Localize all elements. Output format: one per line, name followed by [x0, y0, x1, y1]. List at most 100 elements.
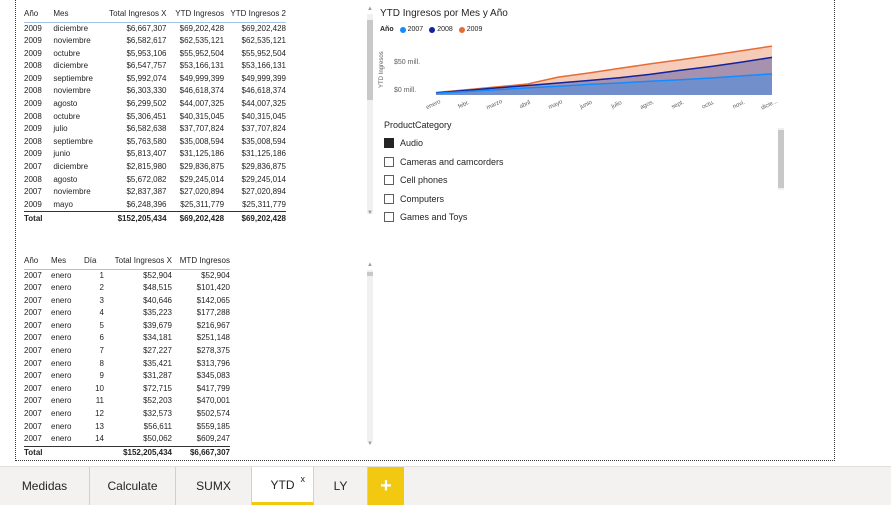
- bottom-table-scroll-up-icon[interactable]: ▲: [366, 262, 374, 268]
- slicer-item-audio[interactable]: Audio: [384, 134, 784, 153]
- table-cell: noviembre: [53, 187, 91, 197]
- slicer-item-label: Audio: [400, 138, 424, 149]
- tab-calculate[interactable]: Calculate: [90, 467, 176, 505]
- checkbox-icon[interactable]: [384, 193, 394, 204]
- table-row[interactable]: 2009 mayo $6,248,396 $25,311,779 $25,311,779: [24, 199, 286, 212]
- mtd-table[interactable]: Año Mes Día Total Ingresos X MTD Ingreso…: [24, 253, 366, 461]
- top-table-scroll-up-icon[interactable]: ▲: [366, 6, 374, 12]
- total-mtd-ingresos: $6,667,307: [172, 445, 230, 461]
- table-cell: enero: [51, 383, 72, 393]
- top-table-scrollbar[interactable]: [367, 14, 373, 214]
- table-row[interactable]: 2007 enero 10 $72,715 $417,799: [24, 383, 230, 396]
- table-row[interactable]: 2007 enero 14 $50,062 $609,247: [24, 433, 230, 446]
- table-cell: $37,707,824: [179, 124, 225, 134]
- slicer-item-cell-phones[interactable]: Cell phones: [384, 171, 784, 190]
- top-table-scroll-thumb[interactable]: [367, 20, 373, 100]
- table-cell: julio: [53, 124, 68, 134]
- header-ytd-ingresos[interactable]: YTD Ingresos: [167, 6, 224, 22]
- tab-medidas[interactable]: Medidas: [0, 467, 90, 505]
- table-row[interactable]: 2007 enero 6 $34,181 $251,148: [24, 332, 230, 345]
- checkbox-icon[interactable]: [384, 212, 394, 223]
- tab-ly[interactable]: LY: [314, 467, 368, 505]
- table-cell: noviembre: [53, 86, 91, 96]
- header-ytd-ingresos-2[interactable]: YTD Ingresos 2: [224, 6, 286, 22]
- x-tick-label: marzo: [486, 99, 504, 112]
- table-row[interactable]: 2007 enero 7 $27,227 $278,375: [24, 345, 230, 358]
- slicer-item-cameras[interactable]: Cameras and camcorders: [384, 153, 784, 172]
- table-cell: 8: [99, 358, 104, 368]
- table-cell: $53,166,131: [241, 61, 287, 71]
- table-cell: 10: [95, 383, 104, 393]
- table-row[interactable]: 2008 diciembre $6,547,757 $53,166,131 $53,16…: [24, 60, 286, 73]
- bottom-table-scroll-thumb[interactable]: [367, 272, 373, 276]
- table-cell: agosto: [53, 99, 78, 109]
- table-cell: 2009: [24, 73, 42, 83]
- header-ano[interactable]: Año: [24, 253, 51, 269]
- table-row[interactable]: 2007 enero 3 $40,646 $142,065: [24, 295, 230, 308]
- table-row[interactable]: 2007 enero 9 $31,287 $345,083: [24, 370, 230, 383]
- bottom-table-scroll-down-icon[interactable]: ▼: [366, 441, 374, 447]
- header-mtd-ingresos[interactable]: MTD Ingresos: [172, 253, 230, 269]
- table-row[interactable]: 2007 enero 5 $39,679 $216,967: [24, 320, 230, 333]
- table-cell: enero: [51, 333, 72, 343]
- table-row[interactable]: 2009 julio $6,582,638 $37,707,824 $37,707,82…: [24, 123, 286, 136]
- x-tick-label: agos.: [639, 99, 655, 111]
- total-ingresos-x: $152,205,434: [101, 211, 167, 226]
- table-row[interactable]: 2007 enero 4 $35,223 $177,288: [24, 307, 230, 320]
- slicer-item-games-toys[interactable]: Games and Toys: [384, 208, 784, 227]
- header-total-ingresos-x[interactable]: Total Ingresos X: [104, 253, 172, 269]
- table-cell: 2007: [24, 421, 42, 431]
- table-cell: $34,181: [143, 333, 172, 343]
- chart-plot[interactable]: YTD Ingresos $50 mill. $0 mill. enero feb…: [376, 6, 786, 118]
- table-row[interactable]: 2009 octubre $5,953,106 $55,952,504 $55,952,…: [24, 48, 286, 61]
- table-cell: 1: [99, 270, 104, 280]
- table-cell: 2007: [24, 358, 42, 368]
- table-row[interactable]: 2007 enero 1 $52,904 $52,904: [24, 269, 230, 282]
- top-table-scroll-down-icon[interactable]: ▼: [366, 210, 374, 216]
- table-row[interactable]: 2008 noviembre $6,303,330 $46,618,374 $46,61…: [24, 85, 286, 98]
- table-row[interactable]: 2009 diciembre $6,667,307 $69,202,428 $69,20…: [24, 22, 286, 35]
- header-mes[interactable]: Mes: [51, 253, 84, 269]
- checkbox-icon[interactable]: [384, 175, 394, 186]
- table-cell: diciembre: [53, 61, 89, 71]
- ytd-area-chart[interactable]: YTD Ingresos por Mes y Año Año 2007 2008…: [376, 6, 786, 118]
- table-cell: $31,125,186: [241, 149, 287, 159]
- table-row[interactable]: 2007 enero 2 $48,515 $101,420: [24, 282, 230, 295]
- table-row[interactable]: 2008 octubre $5,306,451 $40,315,045 $40,315,…: [24, 111, 286, 124]
- table-cell: $35,008,594: [241, 136, 287, 146]
- add-page-button[interactable]: +: [368, 467, 404, 505]
- checkbox-icon[interactable]: [384, 156, 394, 167]
- table-row[interactable]: 2008 septiembre $5,763,580 $35,008,594 $35,0…: [24, 136, 286, 149]
- header-dia[interactable]: Día: [84, 253, 104, 269]
- table-row[interactable]: 2009 septiembre $5,992,074 $49,999,399 $49,9…: [24, 73, 286, 86]
- tab-sumx[interactable]: SUMX: [176, 467, 252, 505]
- slicer-item-label: Computers: [400, 193, 445, 204]
- table-cell: $39,679: [143, 320, 172, 330]
- table-row[interactable]: 2009 junio $5,813,407 $31,125,186 $31,125,18…: [24, 148, 286, 161]
- table-cell: 2007: [24, 187, 42, 197]
- table-cell: $40,315,045: [179, 111, 225, 121]
- table-cell: 4: [99, 308, 104, 318]
- table-row[interactable]: 2007 enero 8 $35,421 $313,796: [24, 358, 230, 371]
- header-mes[interactable]: Mes: [53, 6, 101, 22]
- bottom-table-scrollbar[interactable]: [367, 270, 373, 442]
- ytd-table[interactable]: Año Mes Total Ingresos X YTD Ingresos YT…: [24, 6, 366, 226]
- slicer-item-computers[interactable]: Computers: [384, 190, 784, 209]
- table-row[interactable]: 2007 enero 11 $52,203 $470,001: [24, 395, 230, 408]
- table-cell: 2007: [24, 320, 42, 330]
- header-ano[interactable]: Año: [24, 6, 53, 22]
- table-cell: 2007: [24, 308, 42, 318]
- table-row[interactable]: 2009 noviembre $6,582,617 $62,535,121 $62,53…: [24, 35, 286, 48]
- tab-ytd[interactable]: YTD x: [252, 467, 314, 505]
- table-row[interactable]: 2009 agosto $6,299,502 $44,007,325 $44,007,3…: [24, 98, 286, 111]
- table-row[interactable]: 2008 agosto $5,672,082 $29,245,014 $29,245,0…: [24, 174, 286, 187]
- header-total-ingresos-x[interactable]: Total Ingresos X: [102, 6, 166, 22]
- checkbox-checked-icon[interactable]: [384, 138, 394, 149]
- product-category-slicer[interactable]: ProductCategory Audio Cameras and camcor…: [384, 120, 784, 230]
- table-row[interactable]: 2007 noviembre $2,837,387 $27,020,894 $27,02…: [24, 186, 286, 199]
- table-row[interactable]: 2007 enero 13 $56,611 $559,185: [24, 421, 230, 434]
- table-cell: $32,573: [143, 409, 172, 419]
- table-row[interactable]: 2007 enero 12 $32,573 $502,574: [24, 408, 230, 421]
- close-tab-icon[interactable]: x: [301, 474, 306, 484]
- table-row[interactable]: 2007 diciembre $2,815,980 $29,836,875 $29,83…: [24, 161, 286, 174]
